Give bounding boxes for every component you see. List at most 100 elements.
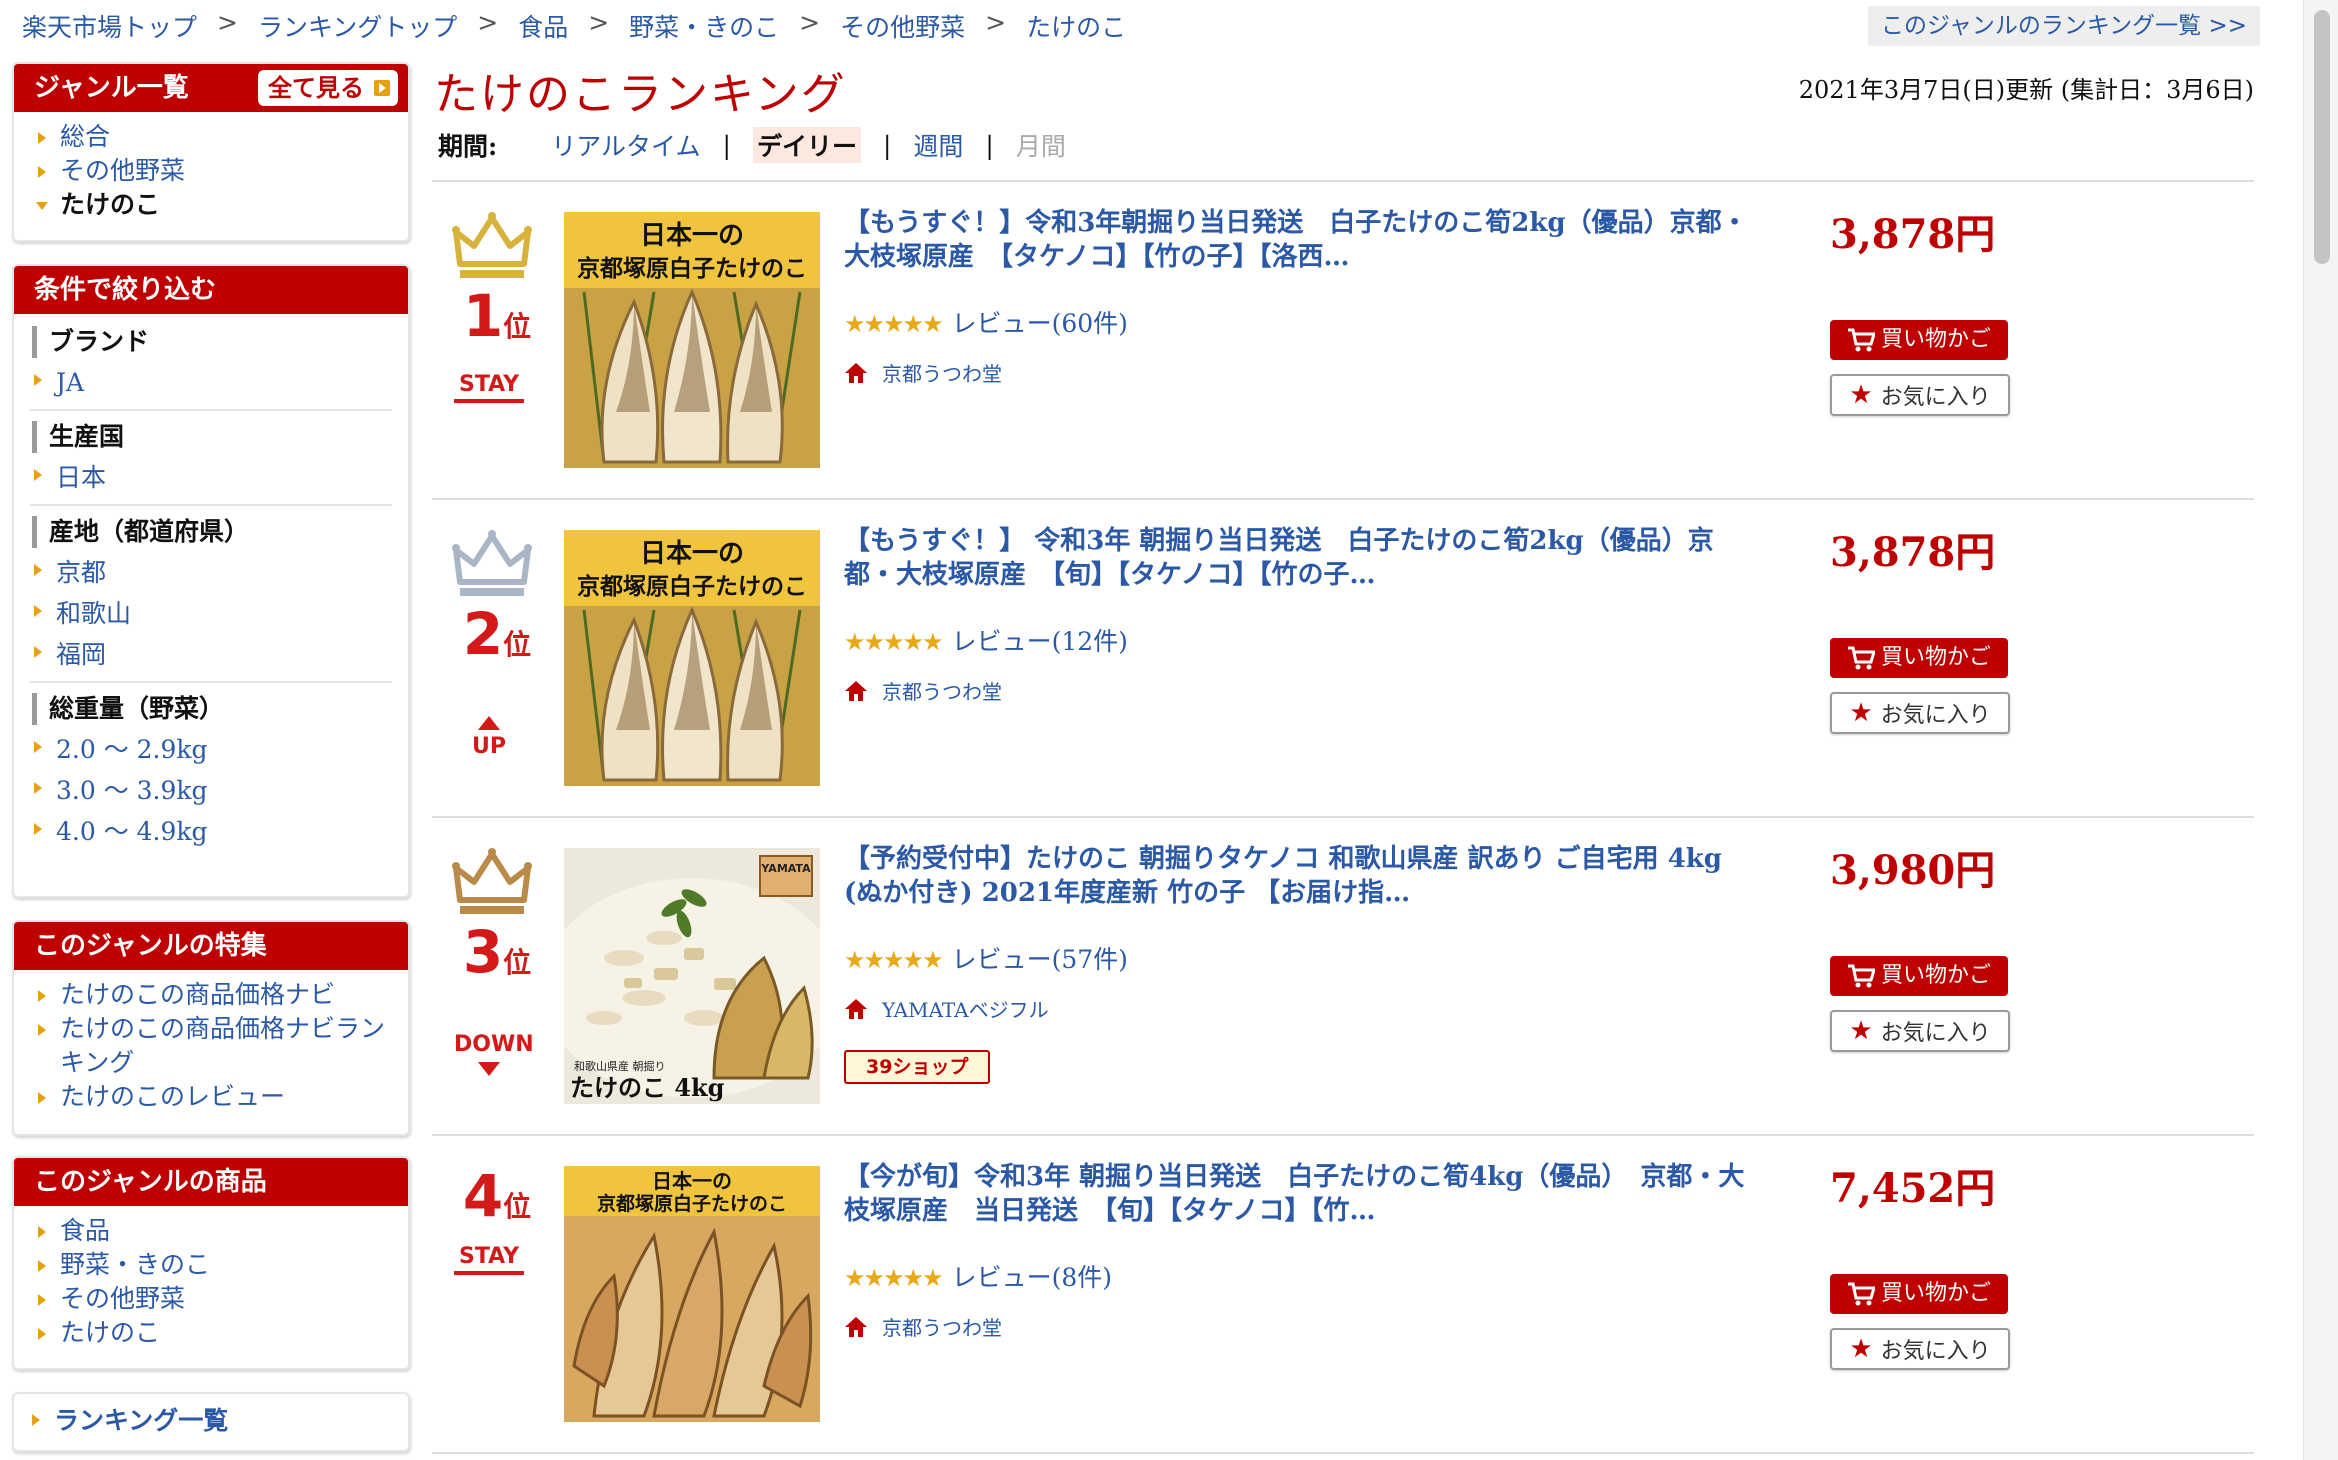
filter-item-kyoto[interactable]: 京都 [30, 552, 392, 593]
price: 3,878円 [1830, 529, 1996, 576]
breadcrumb-other-vegetables[interactable]: その他野菜 [840, 8, 965, 44]
genre-item-other-vegetables[interactable]: その他野菜 [34, 154, 388, 188]
image-text-sub: 京都塚原白子たけのこ [577, 255, 807, 282]
period-selector: 期間: リアルタイム | デイリー | 週間 | 月間 [438, 127, 1066, 163]
filter-panel: 条件で絞り込む ブランド JA 生産国 日本 産地（都道府県） 京都 和歌山 福… [12, 264, 410, 898]
filter-item-weight-2kg[interactable]: 2.0 〜 2.9kg [30, 729, 392, 770]
product-title-link[interactable]: 【もうすぐ！】 令和3年 朝掘り当日発送 白子たけのこ筍2kg（優品）京都・大枝… [844, 524, 1754, 592]
shop-name: 京都うつわ堂 [882, 680, 1002, 704]
product-image[interactable]: 日本一の 京都塚原白子たけのこ [564, 530, 820, 786]
see-all-label: 全て見る [268, 74, 364, 102]
filter-item-ja[interactable]: JA [30, 362, 392, 403]
period-daily-tab[interactable]: デイリー [752, 127, 861, 163]
see-all-button[interactable]: 全て見る [258, 70, 398, 106]
bronze-crown-icon [452, 848, 532, 914]
review-count-link[interactable]: レビュー(12件) [952, 627, 1128, 656]
add-to-cart-button[interactable]: 買い物かご [1830, 320, 2008, 360]
genre-products-panel-header: このジャンルの商品 [14, 1158, 408, 1206]
39-shop-badge: 39ショップ [844, 1050, 991, 1084]
favorite-button[interactable]: ★ お気に入り [1830, 1010, 2010, 1052]
review-count-link[interactable]: レビュー(60件) [952, 309, 1128, 338]
image-text-top: 日本一の [640, 539, 744, 569]
star-icon: ★ [1849, 380, 1873, 410]
genre-item-all[interactable]: 総合 [34, 120, 388, 154]
arrow-right-icon [374, 80, 390, 96]
product-title-link[interactable]: 【もうすぐ！】令和3年朝掘り当日発送 白子たけのこ筍2kg（優品）京都・大枝塚原… [844, 206, 1754, 274]
product-title-link[interactable]: 【今が旬】令和3年 朝掘り当日発送 白子たけのこ筍4kg（優品） 京都・大枝塚原… [844, 1160, 1754, 1228]
breadcrumb-vegetables[interactable]: 野菜・きのこ [629, 8, 779, 44]
rank-change-down: DOWN [454, 1032, 534, 1057]
period-weekly-tab[interactable]: 週間 [913, 127, 963, 163]
filter-item-wakayama[interactable]: 和歌山 [30, 593, 392, 634]
image-text-top: 日本一の [652, 1169, 732, 1193]
feature-item-price-navi[interactable]: たけのこの商品価格ナビ [34, 978, 388, 1012]
period-separator: | [985, 130, 994, 160]
rating: ★★★★★ レビュー(12件) [844, 622, 1128, 658]
star-rating-icon: ★★★★★ [844, 628, 944, 656]
breadcrumb-ranking-top[interactable]: ランキングトップ [258, 8, 457, 44]
product-image[interactable]: 日本一の 京都塚原白子たけのこ [564, 212, 820, 468]
cart-icon [1847, 646, 1875, 670]
review-count-link[interactable]: レビュー(57件) [952, 945, 1128, 974]
star-icon: ★ [1849, 1016, 1873, 1046]
scrollbar-thumb[interactable] [2314, 10, 2330, 264]
product-image[interactable]: 日本一の 京都塚原白子たけのこ [564, 1166, 820, 1422]
product-genre-item-vegetables[interactable]: 野菜・きのこ [34, 1248, 388, 1282]
breadcrumb-bamboo-shoots[interactable]: たけのこ [1026, 8, 1126, 44]
genre-ranking-list-link[interactable]: このジャンルのランキング一覧 >> [1868, 6, 2260, 46]
ranking-list-panel[interactable]: ランキング一覧 [12, 1392, 410, 1452]
vertical-scrollbar[interactable] [2303, 0, 2338, 1460]
favorite-button[interactable]: ★ お気に入り [1830, 374, 2010, 416]
shop-house-icon [845, 362, 867, 383]
product-image[interactable]: YAMATA 和歌山県産 朝掘り たけのこ 4kg [564, 848, 820, 1104]
favorite-button[interactable]: ★ お気に入り [1830, 1328, 2010, 1370]
add-to-cart-button[interactable]: 買い物かご [1830, 638, 2008, 678]
product-genre-item-food[interactable]: 食品 [34, 1214, 388, 1248]
ranking-list-link[interactable]: ランキング一覧 [28, 1402, 408, 1440]
product-title-link[interactable]: 【予約受付中】たけのこ 朝掘りタケノコ 和歌山県産 訳あり ご自宅用 4kg (… [844, 842, 1754, 910]
rank-change-stay: STAY [454, 372, 524, 403]
favorite-label: お気に入り [1880, 385, 1991, 410]
product-genre-item-bamboo-shoots[interactable]: たけのこ [34, 1316, 388, 1350]
favorite-label: お気に入り [1880, 703, 1991, 728]
filter-item-weight-3kg[interactable]: 3.0 〜 3.9kg [30, 770, 392, 811]
period-label: 期間: [438, 132, 498, 161]
rank-number: 1位 [462, 282, 532, 350]
filter-group-brand: ブランド JA [30, 316, 392, 411]
shop-link[interactable]: 京都うつわ堂 [844, 1312, 1002, 1341]
ranking-item-1: 1位 STAY 日本一の 京都塚原白子たけのこ 【もうすぐ！】令和3年朝掘り当日… [432, 182, 2254, 500]
favorite-button[interactable]: ★ お気に入り [1830, 692, 2010, 734]
star-rating-icon: ★★★★★ [844, 946, 944, 974]
image-text-top: 日本一の [640, 221, 744, 251]
feature-item-reviews[interactable]: たけのこのレビュー [34, 1080, 388, 1114]
filter-item-japan[interactable]: 日本 [30, 457, 392, 498]
shop-link[interactable]: 京都うつわ堂 [844, 358, 1002, 387]
features-panel-header: このジャンルの特集 [14, 922, 408, 970]
filter-item-fukuoka[interactable]: 福岡 [30, 634, 392, 675]
rank-number: 2位 [462, 600, 532, 668]
rank-change-up: UP [472, 734, 506, 759]
filter-title-country: 生産国 [32, 421, 392, 453]
shop-link[interactable]: YAMATAベジフル [844, 994, 1049, 1023]
breadcrumb-rakuten-top[interactable]: 楽天市場トップ [22, 8, 197, 44]
filter-group-prefecture: 産地（都道府県） 京都 和歌山 福岡 [30, 506, 392, 683]
filter-group-country: 生産国 日本 [30, 411, 392, 506]
add-to-cart-button[interactable]: 買い物かご [1830, 956, 2008, 996]
product-genre-item-other-vegetables[interactable]: その他野菜 [34, 1282, 388, 1316]
star-rating-icon: ★★★★★ [844, 1264, 944, 1292]
period-separator: | [722, 130, 731, 160]
period-realtime-tab[interactable]: リアルタイム [551, 127, 700, 163]
features-panel: このジャンルの特集 たけのこの商品価格ナビ たけのこの商品価格ナビランキング た… [12, 920, 410, 1136]
review-count-link[interactable]: レビュー(8件) [952, 1263, 1112, 1292]
star-icon: ★ [1849, 1334, 1873, 1364]
shop-link[interactable]: 京都うつわ堂 [844, 676, 1002, 705]
feature-item-price-navi-ranking[interactable]: たけのこの商品価格ナビランキング [34, 1012, 388, 1080]
breadcrumb-food[interactable]: 食品 [518, 8, 568, 44]
genre-panel: ジャンル一覧 全て見る 総合 その他野菜 たけのこ [12, 62, 410, 242]
cart-label: 買い物かご [1880, 963, 1991, 988]
breadcrumb-separator: > [985, 8, 1007, 37]
add-to-cart-button[interactable]: 買い物かご [1830, 1274, 2008, 1314]
genre-item-bamboo-shoots: たけのこ [34, 188, 388, 222]
down-arrow-icon [478, 1062, 500, 1076]
filter-item-weight-4kg[interactable]: 4.0 〜 4.9kg [30, 811, 392, 852]
